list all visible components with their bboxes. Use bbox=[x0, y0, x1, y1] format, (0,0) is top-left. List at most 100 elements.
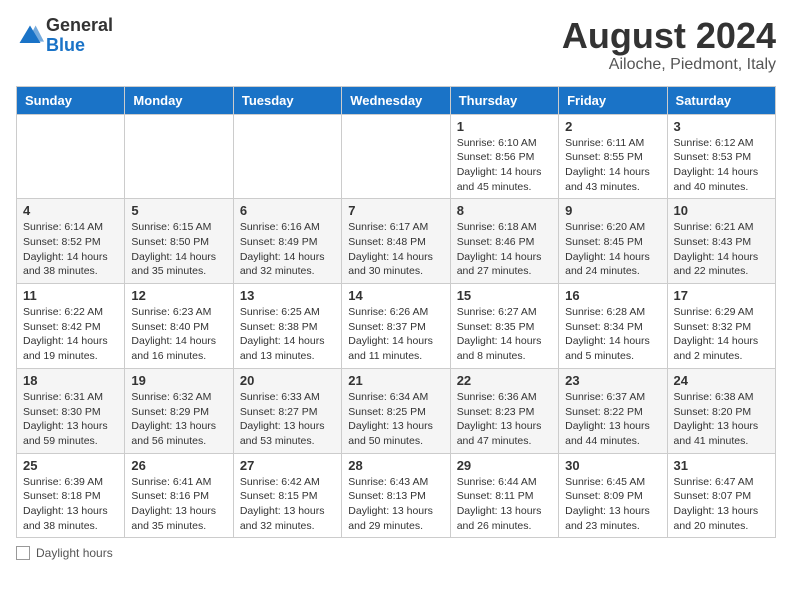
day-info: Sunrise: 6:18 AM Sunset: 8:46 PM Dayligh… bbox=[457, 220, 552, 279]
day-number: 26 bbox=[131, 458, 226, 473]
day-info: Sunrise: 6:14 AM Sunset: 8:52 PM Dayligh… bbox=[23, 220, 118, 279]
day-info: Sunrise: 6:28 AM Sunset: 8:34 PM Dayligh… bbox=[565, 305, 660, 364]
day-number: 2 bbox=[565, 119, 660, 134]
header-day-saturday: Saturday bbox=[667, 86, 775, 114]
calendar-table: SundayMondayTuesdayWednesdayThursdayFrid… bbox=[16, 86, 776, 539]
calendar-cell bbox=[17, 114, 125, 199]
day-number: 8 bbox=[457, 203, 552, 218]
day-number: 7 bbox=[348, 203, 443, 218]
day-info: Sunrise: 6:12 AM Sunset: 8:53 PM Dayligh… bbox=[674, 136, 769, 195]
logo-blue: Blue bbox=[46, 36, 113, 56]
day-info: Sunrise: 6:37 AM Sunset: 8:22 PM Dayligh… bbox=[565, 390, 660, 449]
day-info: Sunrise: 6:29 AM Sunset: 8:32 PM Dayligh… bbox=[674, 305, 769, 364]
day-info: Sunrise: 6:32 AM Sunset: 8:29 PM Dayligh… bbox=[131, 390, 226, 449]
day-info: Sunrise: 6:27 AM Sunset: 8:35 PM Dayligh… bbox=[457, 305, 552, 364]
calendar-cell bbox=[233, 114, 341, 199]
week-row-3: 18Sunrise: 6:31 AM Sunset: 8:30 PM Dayli… bbox=[17, 368, 776, 453]
day-info: Sunrise: 6:34 AM Sunset: 8:25 PM Dayligh… bbox=[348, 390, 443, 449]
day-number: 28 bbox=[348, 458, 443, 473]
day-info: Sunrise: 6:23 AM Sunset: 8:40 PM Dayligh… bbox=[131, 305, 226, 364]
calendar-cell: 13 Sunrise: 6:25 AM Sunset: 8:38 PM Dayli… bbox=[233, 284, 341, 369]
day-info: Sunrise: 6:17 AM Sunset: 8:48 PM Dayligh… bbox=[348, 220, 443, 279]
day-number: 24 bbox=[674, 373, 769, 388]
day-number: 9 bbox=[565, 203, 660, 218]
calendar-cell: 16 Sunrise: 6:28 AM Sunset: 8:34 PM Dayli… bbox=[559, 284, 667, 369]
day-number: 14 bbox=[348, 288, 443, 303]
calendar-cell: 29Sunrise: 6:44 AM Sunset: 8:11 PM Dayli… bbox=[450, 453, 558, 538]
day-info: Sunrise: 6:41 AM Sunset: 8:16 PM Dayligh… bbox=[131, 475, 226, 534]
calendar-header: SundayMondayTuesdayWednesdayThursdayFrid… bbox=[17, 86, 776, 114]
calendar-cell bbox=[125, 114, 233, 199]
calendar-cell: 15 Sunrise: 6:27 AM Sunset: 8:35 PM Dayli… bbox=[450, 284, 558, 369]
calendar-cell: 21Sunrise: 6:34 AM Sunset: 8:25 PM Dayli… bbox=[342, 368, 450, 453]
day-info: Sunrise: 6:26 AM Sunset: 8:37 PM Dayligh… bbox=[348, 305, 443, 364]
header-day-friday: Friday bbox=[559, 86, 667, 114]
calendar-cell: 1Sunrise: 6:10 AM Sunset: 8:56 PM Daylig… bbox=[450, 114, 558, 199]
calendar-cell bbox=[342, 114, 450, 199]
day-info: Sunrise: 6:45 AM Sunset: 8:09 PM Dayligh… bbox=[565, 475, 660, 534]
day-number: 27 bbox=[240, 458, 335, 473]
calendar-cell: 11Sunrise: 6:22 AM Sunset: 8:42 PM Dayli… bbox=[17, 284, 125, 369]
header-row: SundayMondayTuesdayWednesdayThursdayFrid… bbox=[17, 86, 776, 114]
calendar-cell: 8 Sunrise: 6:18 AM Sunset: 8:46 PM Daylig… bbox=[450, 199, 558, 284]
calendar-cell: 30 Sunrise: 6:45 AM Sunset: 8:09 PM Dayli… bbox=[559, 453, 667, 538]
logo-icon bbox=[16, 22, 44, 50]
header-day-monday: Monday bbox=[125, 86, 233, 114]
calendar-cell: 27 Sunrise: 6:42 AM Sunset: 8:15 PM Dayli… bbox=[233, 453, 341, 538]
calendar-cell: 28 Sunrise: 6:43 AM Sunset: 8:13 PM Dayli… bbox=[342, 453, 450, 538]
day-number: 16 bbox=[565, 288, 660, 303]
main-title: August 2024 bbox=[562, 16, 776, 56]
title-area: August 2024 Ailoche, Piedmont, Italy bbox=[562, 16, 776, 74]
day-number: 20 bbox=[240, 373, 335, 388]
calendar-cell: 7 Sunrise: 6:17 AM Sunset: 8:48 PM Daylig… bbox=[342, 199, 450, 284]
header-day-sunday: Sunday bbox=[17, 86, 125, 114]
footer-label: Daylight hours bbox=[36, 546, 113, 560]
calendar-cell: 9 Sunrise: 6:20 AM Sunset: 8:45 PM Daylig… bbox=[559, 199, 667, 284]
day-number: 13 bbox=[240, 288, 335, 303]
calendar-cell: 23Sunrise: 6:37 AM Sunset: 8:22 PM Dayli… bbox=[559, 368, 667, 453]
day-number: 29 bbox=[457, 458, 552, 473]
day-info: Sunrise: 6:25 AM Sunset: 8:38 PM Dayligh… bbox=[240, 305, 335, 364]
day-number: 4 bbox=[23, 203, 118, 218]
calendar-cell: 19 Sunrise: 6:32 AM Sunset: 8:29 PM Dayli… bbox=[125, 368, 233, 453]
day-number: 17 bbox=[674, 288, 769, 303]
calendar-cell: 25Sunrise: 6:39 AM Sunset: 8:18 PM Dayli… bbox=[17, 453, 125, 538]
calendar-cell: 22 Sunrise: 6:36 AM Sunset: 8:23 PM Dayli… bbox=[450, 368, 558, 453]
header-day-tuesday: Tuesday bbox=[233, 86, 341, 114]
day-number: 19 bbox=[131, 373, 226, 388]
logo-text: General Blue bbox=[46, 16, 113, 56]
day-info: Sunrise: 6:21 AM Sunset: 8:43 PM Dayligh… bbox=[674, 220, 769, 279]
footer-box bbox=[16, 546, 30, 560]
calendar-cell: 24Sunrise: 6:38 AM Sunset: 8:20 PM Dayli… bbox=[667, 368, 775, 453]
calendar-cell: 2 Sunrise: 6:11 AM Sunset: 8:55 PM Daylig… bbox=[559, 114, 667, 199]
calendar-cell: 26 Sunrise: 6:41 AM Sunset: 8:16 PM Dayli… bbox=[125, 453, 233, 538]
day-number: 15 bbox=[457, 288, 552, 303]
day-info: Sunrise: 6:33 AM Sunset: 8:27 PM Dayligh… bbox=[240, 390, 335, 449]
header-day-thursday: Thursday bbox=[450, 86, 558, 114]
week-row-1: 4 Sunrise: 6:14 AM Sunset: 8:52 PM Daylig… bbox=[17, 199, 776, 284]
day-number: 30 bbox=[565, 458, 660, 473]
calendar-cell: 31Sunrise: 6:47 AM Sunset: 8:07 PM Dayli… bbox=[667, 453, 775, 538]
day-info: Sunrise: 6:20 AM Sunset: 8:45 PM Dayligh… bbox=[565, 220, 660, 279]
calendar-cell: 6Sunrise: 6:16 AM Sunset: 8:49 PM Daylig… bbox=[233, 199, 341, 284]
day-number: 3 bbox=[674, 119, 769, 134]
day-info: Sunrise: 6:42 AM Sunset: 8:15 PM Dayligh… bbox=[240, 475, 335, 534]
day-number: 22 bbox=[457, 373, 552, 388]
day-number: 6 bbox=[240, 203, 335, 218]
day-info: Sunrise: 6:10 AM Sunset: 8:56 PM Dayligh… bbox=[457, 136, 552, 195]
calendar-cell: 3 Sunrise: 6:12 AM Sunset: 8:53 PM Daylig… bbox=[667, 114, 775, 199]
day-info: Sunrise: 6:15 AM Sunset: 8:50 PM Dayligh… bbox=[131, 220, 226, 279]
day-info: Sunrise: 6:31 AM Sunset: 8:30 PM Dayligh… bbox=[23, 390, 118, 449]
day-info: Sunrise: 6:11 AM Sunset: 8:55 PM Dayligh… bbox=[565, 136, 660, 195]
week-row-4: 25Sunrise: 6:39 AM Sunset: 8:18 PM Dayli… bbox=[17, 453, 776, 538]
day-number: 25 bbox=[23, 458, 118, 473]
day-info: Sunrise: 6:36 AM Sunset: 8:23 PM Dayligh… bbox=[457, 390, 552, 449]
day-number: 12 bbox=[131, 288, 226, 303]
day-info: Sunrise: 6:47 AM Sunset: 8:07 PM Dayligh… bbox=[674, 475, 769, 534]
day-info: Sunrise: 6:43 AM Sunset: 8:13 PM Dayligh… bbox=[348, 475, 443, 534]
logo: General Blue bbox=[16, 16, 113, 56]
calendar-cell: 17 Sunrise: 6:29 AM Sunset: 8:32 PM Dayli… bbox=[667, 284, 775, 369]
header: General Blue August 2024 Ailoche, Piedmo… bbox=[16, 16, 776, 74]
logo-general: General bbox=[46, 16, 113, 36]
week-row-2: 11Sunrise: 6:22 AM Sunset: 8:42 PM Dayli… bbox=[17, 284, 776, 369]
